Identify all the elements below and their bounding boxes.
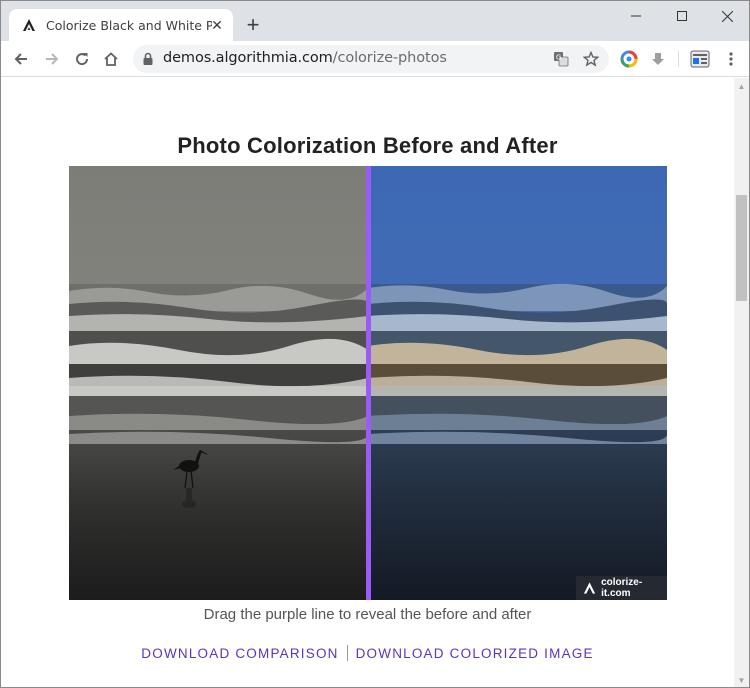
new-tab-button[interactable]: +	[241, 12, 265, 37]
comparison-slider-handle[interactable]	[366, 166, 371, 600]
download-icon[interactable]	[644, 45, 672, 73]
colorize-logo-icon	[583, 582, 596, 594]
maximize-icon[interactable]	[659, 1, 705, 31]
extension-icon[interactable]	[615, 45, 643, 73]
algorithmia-logo-icon	[21, 17, 37, 33]
browser-toolbar: demos.algorithmia.com/colorize-photos G	[1, 41, 749, 77]
scroll-down-icon[interactable]: ▼	[734, 672, 749, 687]
translate-icon[interactable]: G	[551, 49, 571, 69]
link-separator	[346, 645, 348, 661]
url-text: demos.algorithmia.com/colorize-photos	[163, 50, 447, 66]
comparison-caption: Drag the purple line to reveal the befor…	[203, 606, 532, 623]
menu-icon[interactable]	[717, 45, 745, 73]
minimize-icon[interactable]	[613, 1, 659, 31]
tab-strip: Colorize Black and White Photos ✕ +	[1, 1, 749, 41]
close-icon[interactable]: ✕	[209, 17, 225, 33]
url-host: demos.algorithmia.com	[163, 50, 333, 66]
toolbar-separator	[678, 51, 679, 67]
window-close-icon[interactable]	[704, 1, 749, 31]
before-image	[69, 166, 368, 600]
download-comparison-link[interactable]: DOWNLOAD COMPARISON	[141, 646, 338, 661]
page-content: Photo Colorization Before and After colo…	[1, 78, 734, 687]
tab-colorize[interactable]: Colorize Black and White Photos ✕	[9, 9, 233, 41]
watermark-badge: colorize-it.com	[576, 576, 667, 600]
home-icon[interactable]	[97, 45, 125, 73]
svg-text:G: G	[556, 54, 561, 62]
scroll-up-icon[interactable]: ▲	[734, 78, 749, 95]
back-icon[interactable]	[7, 45, 35, 73]
page-scrollbar[interactable]: ▲ ▼	[734, 78, 749, 687]
browser-window: Colorize Black and White Photos ✕ +	[0, 0, 750, 688]
before-after-comparison[interactable]: colorize-it.com	[69, 166, 667, 600]
forward-icon[interactable]	[38, 45, 66, 73]
page-title: Photo Colorization Before and After	[177, 133, 558, 158]
watermark-text: colorize-it.com	[601, 577, 643, 599]
tab-title: Colorize Black and White Photos	[46, 17, 212, 33]
address-bar[interactable]: demos.algorithmia.com/colorize-photos G	[133, 45, 609, 73]
profile-icon[interactable]	[686, 45, 714, 73]
star-icon[interactable]	[581, 49, 601, 69]
lock-icon[interactable]	[142, 52, 154, 71]
url-path: /colorize-photos	[332, 50, 447, 66]
scroll-thumb[interactable]	[736, 195, 747, 301]
reload-icon[interactable]	[68, 45, 96, 73]
download-links: DOWNLOAD COMPARISON DOWNLOAD COLORIZED I…	[1, 645, 734, 661]
colorized-image	[368, 166, 667, 600]
download-colorized-link[interactable]: DOWNLOAD COLORIZED IMAGE	[356, 646, 594, 661]
